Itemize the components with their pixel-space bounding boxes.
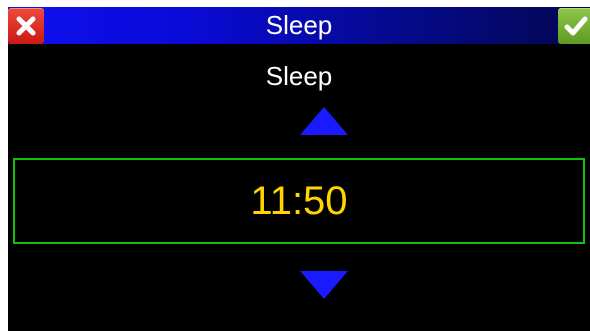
confirm-button[interactable] (558, 8, 590, 44)
increase-button[interactable] (299, 106, 349, 136)
value-display[interactable]: 11:50 (13, 158, 585, 244)
time-value: 11:50 (250, 178, 348, 223)
close-icon (16, 16, 36, 36)
triangle-down-icon (300, 271, 348, 299)
triangle-up-icon (300, 107, 348, 135)
setting-label: Sleep (265, 61, 333, 91)
title-bar: Sleep (8, 7, 590, 44)
close-button[interactable] (8, 8, 44, 44)
sleep-dialog: Sleep Sleep 11:50 (0, 0, 590, 331)
checkmark-icon (564, 16, 588, 36)
dialog-title: Sleep (265, 10, 333, 40)
decrease-button[interactable] (299, 270, 349, 300)
